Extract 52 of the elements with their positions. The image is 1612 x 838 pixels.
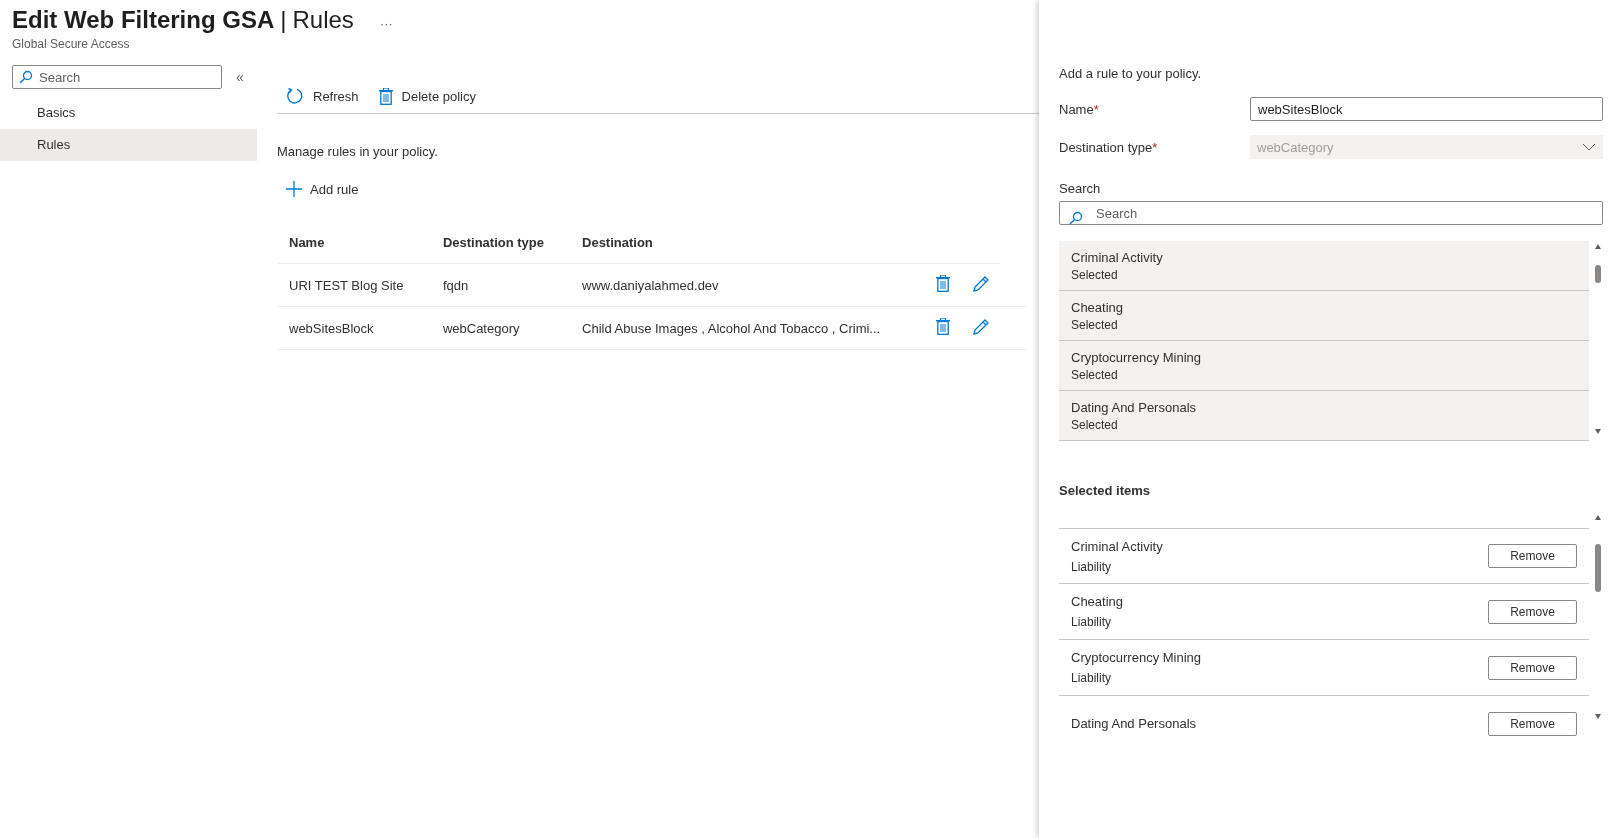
item-group: Liability <box>1071 615 1124 629</box>
panel-intro: Add a rule to your policy. <box>1059 66 1203 81</box>
chevron-down-icon <box>1582 143 1596 151</box>
category-item[interactable]: Cheating Selected <box>1059 291 1589 341</box>
remove-button[interactable]: Remove <box>1488 599 1577 624</box>
column-header[interactable]: Name <box>277 221 431 264</box>
page-subtitle: Global Secure Access <box>12 37 131 51</box>
section-title: Rules <box>292 6 354 34</box>
table-cell: www.daniyalahmed.dev <box>570 263 929 307</box>
category-item[interactable]: Dating And Personals Selected <box>1059 391 1589 441</box>
title-separator: | <box>280 6 287 34</box>
add-rule-button[interactable]: Add rule <box>284 179 361 199</box>
delete-policy-button[interactable]: Delete policy <box>376 85 478 107</box>
trash-icon <box>378 87 393 105</box>
remove-button[interactable]: Remove <box>1488 655 1577 680</box>
category-item[interactable]: Criminal Activity Selected <box>1059 241 1589 291</box>
search-field[interactable]: Search <box>1059 201 1603 225</box>
table-cell: webSitesBlock <box>277 306 431 350</box>
item-name: Criminal Activity <box>1071 538 1163 554</box>
more-button[interactable]: ··· <box>379 16 393 31</box>
description-text: Manage rules in your policy. <box>277 144 439 159</box>
section-heading: Selected items <box>1059 483 1152 498</box>
field-label: Search <box>1059 181 1102 196</box>
table-cell: Child Abuse Images , Alcohol And Tobacco , Crimi... <box>570 306 929 350</box>
item-group: Liability <box>1071 559 1163 574</box>
table-cell: webCategory <box>430 306 570 350</box>
field-label: Name* <box>1059 101 1100 117</box>
edit-icon[interactable] <box>972 274 991 293</box>
refresh-button[interactable]: Refresh <box>284 85 361 107</box>
item-name: Dating And Personals <box>1071 716 1197 731</box>
category-item[interactable]: Cryptocurrency Mining Selected <box>1059 341 1589 391</box>
collapse-button[interactable]: « <box>236 69 244 85</box>
sidebar-item[interactable]: Rules <box>0 129 257 161</box>
item-group: Liability <box>1071 671 1202 685</box>
column-header[interactable]: Destination type <box>430 221 570 264</box>
plus-icon <box>286 181 302 197</box>
refresh-icon <box>286 87 304 105</box>
sidebar-item[interactable]: Basics <box>0 97 257 129</box>
table-cell: fqdn <box>430 263 570 307</box>
field-label: Destination type* <box>1059 139 1159 155</box>
remove-button[interactable]: Remove <box>1488 711 1577 736</box>
edit-icon[interactable] <box>972 317 991 336</box>
item-name: Cheating <box>1071 594 1124 609</box>
delete-icon[interactable] <box>936 318 951 335</box>
delete-icon[interactable] <box>936 275 951 292</box>
name-field[interactable]: webSitesBlock <box>1250 97 1603 121</box>
item-name: Cryptocurrency Mining <box>1071 650 1202 665</box>
search-field[interactable]: Search <box>12 65 222 89</box>
table-cell: URI TEST Blog Site <box>277 263 431 307</box>
remove-button[interactable]: Remove <box>1488 544 1577 568</box>
column-header[interactable]: Destination <box>570 221 929 264</box>
page-title: Edit Web Filtering GSA <box>12 6 275 34</box>
